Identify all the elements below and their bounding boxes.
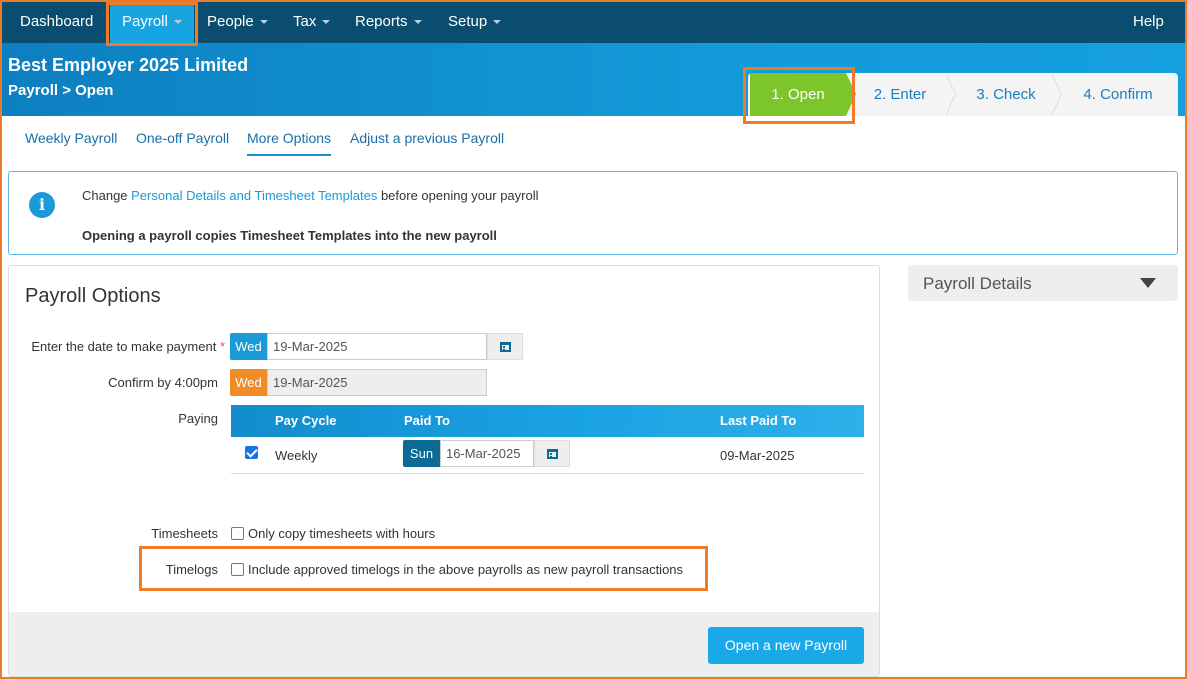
open-new-payroll-button[interactable]: Open a new Payroll [708, 627, 864, 664]
payroll-steps: 1. Open 2. Enter 3. Check 4. Confirm [748, 73, 1178, 116]
payroll-options-panel: Payroll Options Enter the date to make p… [8, 265, 880, 677]
timelogs-label: Timelogs [165, 562, 218, 577]
panel-title: Payroll Options [25, 285, 161, 307]
confirm-by-label: Confirm by 4:00pm [108, 375, 218, 390]
nav-dashboard-label: Dashboard [20, 13, 94, 30]
tab-adjust-previous-payroll[interactable]: Adjust a previous Payroll [350, 130, 504, 146]
paid-to-day-badge: Sun [403, 440, 440, 467]
nav-help[interactable]: Help [1121, 0, 1176, 43]
step-check[interactable]: 3. Check [958, 73, 1054, 116]
table-row: Weekly Sun 16-Mar-2025 09-Mar-2025 [231, 437, 864, 474]
timesheets-option-label: Only copy timesheets with hours [248, 526, 436, 541]
timesheets-checkbox[interactable] [231, 527, 244, 540]
nav-reports-label: Reports [355, 13, 408, 30]
confirm-date-field: 19-Mar-2025 [267, 369, 487, 396]
payment-date-input[interactable]: 19-Mar-2025 [267, 333, 487, 360]
caret-down-icon [493, 20, 502, 25]
nav-reports[interactable]: Reports [343, 0, 434, 43]
calendar-icon [500, 342, 511, 352]
caret-down-icon [173, 20, 182, 25]
nav-tax[interactable]: Tax [281, 0, 342, 43]
confirm-day-badge: Wed [230, 369, 267, 396]
info-suffix: before opening your payroll [377, 188, 539, 203]
header-paid-to: Paid To [404, 413, 450, 428]
required-mark: * [219, 339, 225, 354]
nav-tax-label: Tax [293, 13, 317, 30]
tab-more-options[interactable]: More Options [247, 130, 332, 156]
last-paid-to-value: 09-Mar-2025 [720, 448, 795, 463]
paid-to-date-input[interactable]: 16-Mar-2025 [440, 440, 534, 467]
company-name: Best Employer 2025 Limited [8, 55, 249, 75]
paying-label: Paying [178, 411, 218, 426]
nav-people-label: People [207, 13, 254, 30]
info-prefix: Change [82, 188, 132, 203]
info-banner: i Change Personal Details and Timesheet … [8, 171, 1178, 255]
calendar-icon [547, 449, 558, 459]
triangle-down-icon [1140, 278, 1156, 288]
payment-day-badge: Wed [230, 333, 267, 360]
nav-setup-label: Setup [448, 13, 488, 30]
personal-details-link[interactable]: Personal Details and Timesheet Templates [131, 188, 377, 203]
timelogs-option-label: Include approved timelogs in the above p… [248, 562, 684, 577]
payroll-details-toggle[interactable]: Payroll Details [908, 265, 1178, 301]
payment-date-calendar-button[interactable] [487, 333, 523, 360]
caret-down-icon [413, 20, 422, 25]
pay-cycle-value: Weekly [275, 448, 318, 463]
caret-down-icon [322, 20, 331, 25]
step-confirm[interactable]: 4. Confirm [1064, 73, 1172, 116]
timesheets-label: Timesheets [151, 526, 218, 541]
header-pay-cycle: Pay Cycle [275, 413, 337, 428]
tab-one-off-payroll[interactable]: One-off Payroll [136, 130, 229, 146]
header-last-paid-to: Last Paid To [720, 413, 797, 428]
nav-dashboard[interactable]: Dashboard [8, 0, 105, 43]
panel-footer: Open a new Payroll [9, 612, 879, 676]
top-nav: Dashboard Payroll People Tax Reports Set… [0, 0, 1187, 43]
breadcrumb: Payroll > Open [8, 82, 114, 99]
pay-cycle-table-header: Pay Cycle Paid To Last Paid To [231, 405, 864, 437]
nav-payroll-label: Payroll [122, 13, 168, 30]
sub-nav: Weekly Payroll One-off Payroll More Opti… [8, 116, 1178, 156]
timelogs-checkbox[interactable] [231, 563, 244, 576]
payroll-details-title: Payroll Details [923, 274, 1032, 293]
step-enter[interactable]: 2. Enter [854, 73, 946, 116]
payment-date-label-text: Enter the date to make payment [31, 339, 217, 354]
info-icon: i [29, 192, 55, 218]
info-message: Change Personal Details and Timesheet Te… [82, 188, 539, 203]
nav-help-label: Help [1133, 13, 1164, 30]
step-open[interactable]: 1. Open [750, 73, 856, 116]
tab-weekly-payroll[interactable]: Weekly Payroll [25, 130, 117, 146]
payment-date-label: Enter the date to make payment * [19, 339, 225, 354]
info-note: Opening a payroll copies Timesheet Templ… [82, 228, 497, 243]
paid-to-calendar-button[interactable] [534, 440, 570, 467]
nav-people[interactable]: People [195, 0, 280, 43]
caret-down-icon [259, 20, 268, 25]
nav-payroll[interactable]: Payroll [110, 0, 194, 43]
nav-setup[interactable]: Setup [436, 0, 513, 43]
weekly-checkbox[interactable] [245, 446, 258, 459]
